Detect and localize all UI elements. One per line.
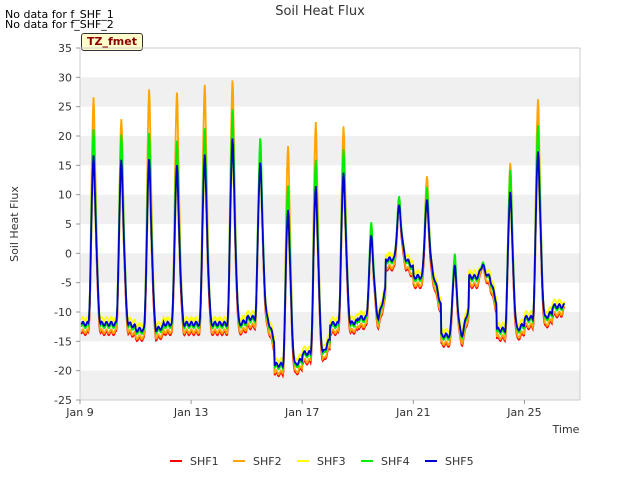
y-axis-label: Soil Heat Flux — [8, 186, 21, 262]
x-axis: Jan 9 Jan 13 Jan 17 Jan 21 Jan 25 — [65, 400, 542, 419]
y-tick-label: 10 — [58, 189, 72, 202]
y-tick-label: -20 — [54, 365, 72, 378]
grid-band — [80, 370, 580, 400]
y-tick-label: 35 — [58, 42, 72, 55]
grid-band — [80, 136, 580, 166]
y-tick-label: -10 — [54, 306, 72, 319]
legend: SHF1 SHF2 SHF3 SHF4 SHF5 — [170, 455, 474, 468]
legend-label-shf1: SHF1 — [190, 455, 219, 468]
grid-band — [80, 194, 580, 224]
y-tick-label: -15 — [54, 335, 72, 348]
x-tick-label: Jan 25 — [506, 406, 541, 419]
y-tick-label: 5 — [65, 218, 72, 231]
chart-title: Soil Heat Flux — [275, 4, 365, 19]
y-tick-label: 20 — [58, 130, 72, 143]
legend-label-shf2: SHF2 — [253, 455, 282, 468]
y-axis: -25-20-15-10-505101520253035 — [54, 42, 80, 407]
y-tick-label: 25 — [58, 101, 72, 114]
x-tick-label: Jan 13 — [173, 406, 208, 419]
y-tick-label: 30 — [58, 71, 72, 84]
y-tick-label: 0 — [65, 247, 72, 260]
y-tick-label: 15 — [58, 159, 72, 172]
y-tick-label: -5 — [61, 277, 72, 290]
x-tick-label: Jan 17 — [284, 406, 319, 419]
grid-band — [80, 253, 580, 283]
legend-label-shf3: SHF3 — [317, 455, 346, 468]
grid-band — [80, 77, 580, 107]
grid-bands — [80, 77, 580, 400]
x-tick-label: Jan 9 — [65, 406, 93, 419]
x-tick-label: Jan 21 — [395, 406, 430, 419]
x-axis-label: Time — [552, 423, 580, 436]
legend-label-shf5: SHF5 — [445, 455, 474, 468]
legend-label-shf4: SHF4 — [381, 455, 410, 468]
chart-svg: -25-20-15-10-505101520253035 Jan 9 Jan 13… — [8, 4, 581, 468]
